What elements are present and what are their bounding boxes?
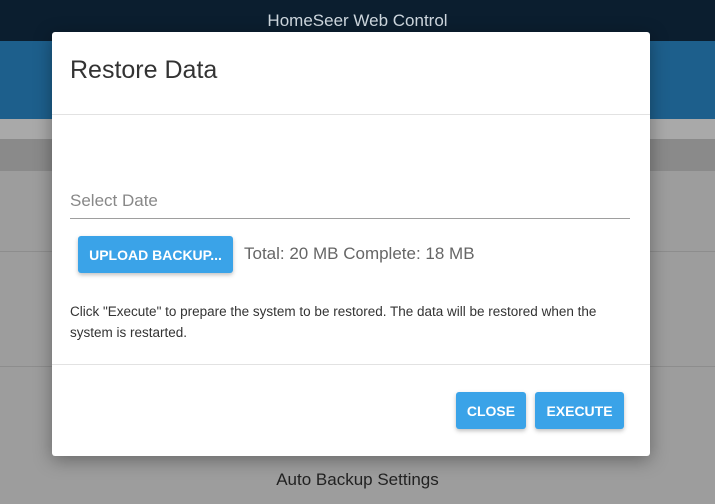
dialog-footer-divider [52, 364, 650, 365]
upload-backup-button[interactable]: UPLOAD BACKUP... [78, 236, 233, 273]
select-date-input[interactable] [70, 184, 630, 219]
dialog-header-divider [52, 114, 650, 115]
upload-progress-status: Total: 20 MB Complete: 18 MB [244, 244, 475, 263]
close-button[interactable]: CLOSE [456, 392, 526, 429]
restore-data-dialog: Restore Data UPLOAD BACKUP... Total: 20 … [52, 32, 650, 456]
restore-info-text: Click "Execute" to prepare the system to… [70, 304, 597, 340]
window-title: HomeSeer Web Control [267, 10, 448, 30]
execute-button[interactable]: EXECUTE [535, 392, 624, 429]
auto-backup-settings-label[interactable]: Auto Backup Settings [0, 456, 715, 504]
dialog-title: Restore Data [70, 56, 218, 84]
auto-backup-settings-text: Auto Backup Settings [276, 470, 439, 489]
